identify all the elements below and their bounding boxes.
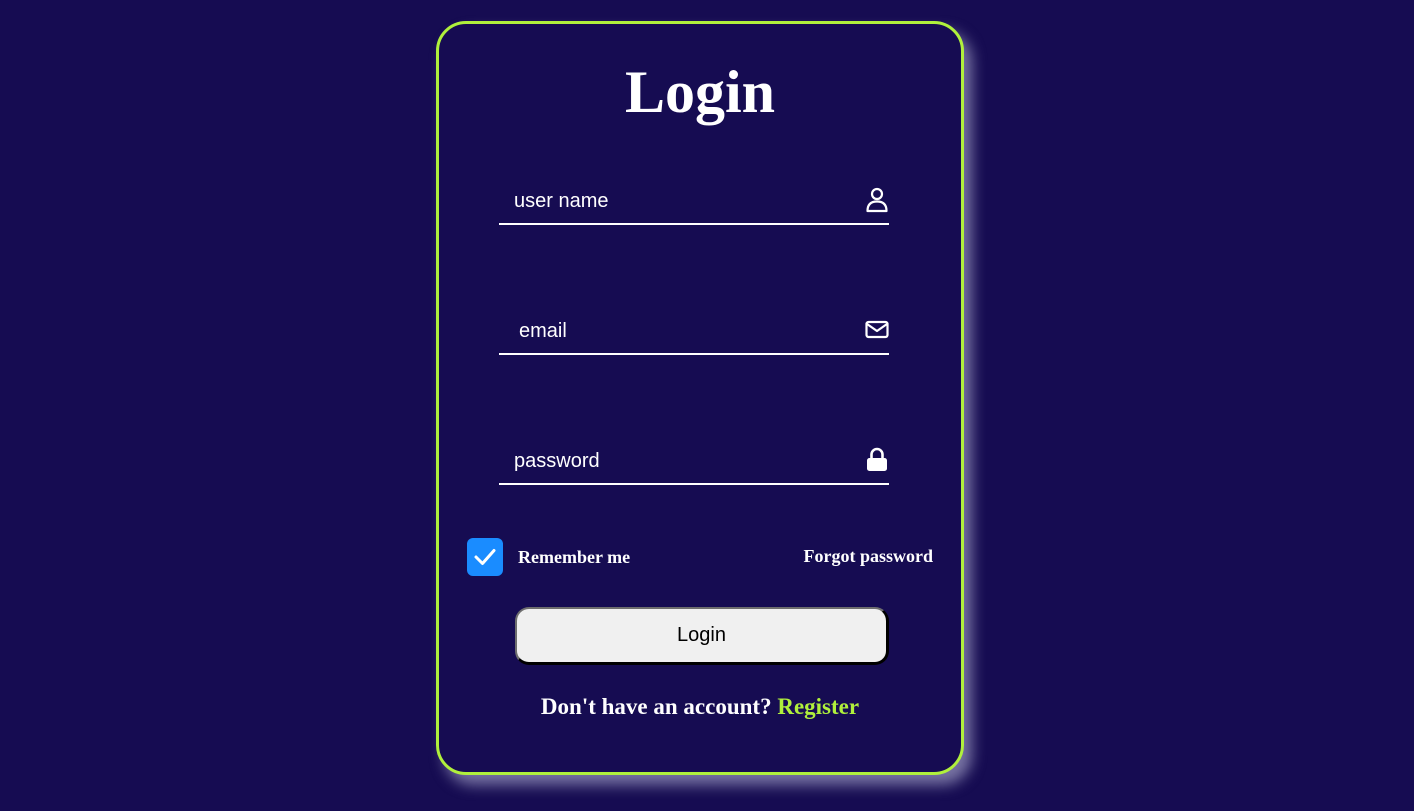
remember-me-label: Remember me — [518, 546, 631, 567]
forgot-password-link[interactable]: Forgot password — [804, 546, 934, 567]
remember-me-checkbox[interactable] — [467, 538, 503, 576]
register-prompt: Don't have an account? Register — [439, 694, 961, 720]
username-field-wrapper — [499, 179, 889, 225]
lock-icon — [865, 447, 889, 473]
email-field-wrapper — [499, 309, 889, 355]
login-button[interactable]: Login — [515, 607, 889, 665]
register-prompt-text: Don't have an account? — [540, 694, 772, 719]
remember-me: Remember me — [467, 537, 630, 577]
email-input[interactable] — [499, 309, 839, 353]
login-card: Login user name email Remember me Forgot… — [436, 21, 964, 775]
username-input[interactable] — [499, 179, 839, 223]
checkmark-icon — [474, 549, 496, 565]
page-title: Login — [624, 59, 776, 125]
envelope-icon — [865, 317, 889, 343]
password-field-wrapper — [499, 439, 889, 485]
user-icon — [865, 187, 889, 213]
register-link[interactable]: Register — [777, 694, 859, 719]
password-input[interactable] — [499, 439, 839, 483]
